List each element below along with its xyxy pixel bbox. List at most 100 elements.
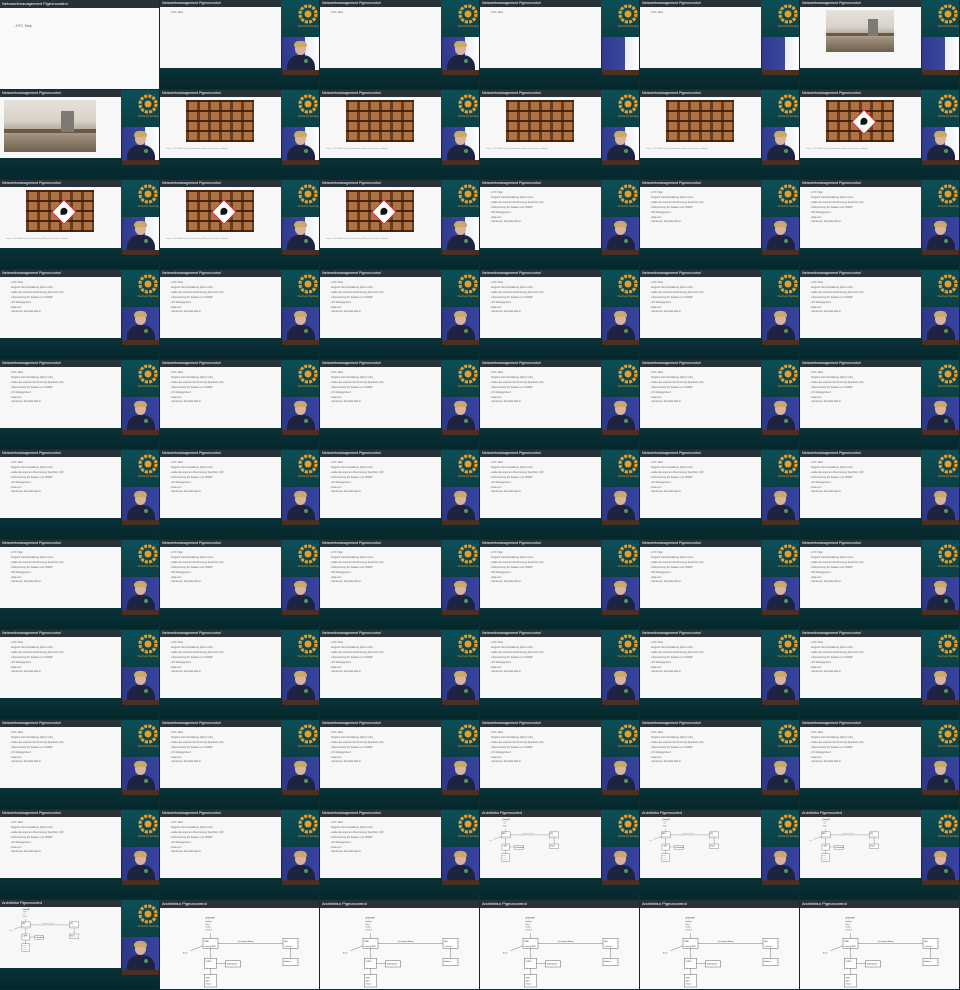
speaker-camera bbox=[762, 397, 799, 435]
bullet-item: Versionen Zentrale liefern bbox=[490, 400, 544, 405]
edge-label: Steuersignal / Abfrage bbox=[842, 832, 854, 835]
video-thumbnail[interactable]: Netzwerkmanagement Pigeoncontrol Lizenz: … bbox=[320, 180, 480, 270]
edge-label: Steuersignal / Abfrage bbox=[238, 940, 254, 943]
freifunk-logo-icon bbox=[618, 274, 638, 294]
bullet-item: Versionen Zentrale liefern bbox=[170, 850, 224, 855]
video-thumbnail[interactable]: Netzwerkmanagement Pigeoncontrol HTC Task… bbox=[160, 630, 320, 720]
slide: Netzwerkmanagement Pigeoncontrol Lizenz: … bbox=[160, 90, 281, 158]
video-thumbnail[interactable]: Netzwerkmanagement Pigeoncontrol HTC Task… bbox=[0, 360, 160, 450]
video-thumbnail[interactable]: Netzwerkmanagement Pigeoncontrol Lizenz: … bbox=[320, 90, 480, 180]
video-thumbnail[interactable]: Netzwerkmanagement Pigeoncontrol HTC Task… bbox=[800, 270, 960, 360]
video-thumbnail[interactable]: Netzwerkmanagement Pigeoncontrol HTC Task… bbox=[0, 720, 160, 810]
bullet-list: HTC TaskRegeln/ Zeit Verwaltung (Zeit/ L… bbox=[490, 281, 543, 315]
node-store-item: SNMP bbox=[526, 977, 531, 979]
video-thumbnail[interactable]: Netzwerkmanagement Pigeoncontrol HTC Task… bbox=[640, 540, 800, 630]
video-thumbnail[interactable]: Netzwerkmanagement Pigeoncontrol HTC Task… bbox=[800, 450, 960, 540]
video-thumbnail[interactable]: Netzwerkmanagement Pigeoncontrol HTC Task… bbox=[800, 540, 960, 630]
video-thumbnail[interactable]: Netzwerkmanagement Pigeoncontrol HTC Task… bbox=[0, 630, 160, 720]
video-thumbnail[interactable]: Netzwerkmanagement Pigeoncontrol FreiFun… bbox=[800, 0, 960, 90]
video-thumbnail[interactable]: Architektur Pigeoncontrol Node-RB Kataloge… bbox=[160, 900, 320, 990]
video-thumbnail[interactable]: Netzwerkmanagement Pigeoncontrol HTC Task… bbox=[640, 360, 800, 450]
video-thumbnail[interactable]: Architektur Pigeoncontrol Node-RB Kataloge… bbox=[800, 810, 960, 900]
video-thumbnail[interactable]: Netzwerkmanagement Pigeoncontrol HTC Task… bbox=[480, 0, 640, 90]
video-thumbnail[interactable]: Architektur Pigeoncontrol Node-RB Kataloge… bbox=[640, 810, 800, 900]
video-thumbnail[interactable]: Netzwerkmanagement Pigeoncontrol HTC Task… bbox=[160, 270, 320, 360]
video-thumbnail[interactable]: Netzwerkmanagement Pigeoncontrol HTC Task… bbox=[800, 180, 960, 270]
video-thumbnail[interactable]: Netzwerkmanagement Pigeoncontrol HTC Task… bbox=[480, 360, 640, 450]
bullet-item: Versionen Zentrale liefern bbox=[490, 760, 544, 765]
bullet-list: HTC TaskRegeln/ Zeit Verwaltung (Zeit/ L… bbox=[650, 191, 703, 225]
video-thumbnail[interactable]: Netzwerkmanagement Pigeoncontrol HTC Task… bbox=[320, 720, 480, 810]
video-thumbnail[interactable]: Netzwerkmanagement Pigeoncontrol HTC Task… bbox=[640, 630, 800, 720]
slide-title: Netzwerkmanagement Pigeoncontrol bbox=[480, 540, 601, 547]
node-app-label: Node-RB bbox=[526, 917, 536, 919]
video-thumbnail[interactable]: Netzwerkmanagement Pigeoncontrol HTC Task… bbox=[320, 450, 480, 540]
node-core bbox=[204, 958, 217, 969]
video-thumbnail[interactable]: Netzwerkmanagement Pigeoncontrol HTC Task bbox=[0, 0, 160, 90]
node-gw-label: SNS bbox=[524, 941, 529, 943]
logo-text: FreiFunk Hamburg bbox=[618, 115, 639, 118]
video-thumbnail[interactable]: Netzwerkmanagement Pigeoncontrol HTC Task… bbox=[480, 180, 640, 270]
shirt-logo-icon bbox=[304, 869, 308, 873]
video-thumbnail[interactable]: Netzwerkmanagement Pigeoncontrol HTC Task… bbox=[160, 450, 320, 540]
video-thumbnail[interactable]: Netzwerkmanagement Pigeoncontrol HTC Task… bbox=[800, 360, 960, 450]
video-thumbnail[interactable]: Netzwerkmanagement Pigeoncontrol HTC Task… bbox=[160, 540, 320, 630]
video-thumbnail[interactable]: Netzwerkmanagement Pigeoncontrol Lizenz: … bbox=[640, 90, 800, 180]
video-thumbnail[interactable]: Netzwerkmanagement Pigeoncontrol HTC Task… bbox=[480, 270, 640, 360]
video-thumbnail[interactable]: Netzwerkmanagement Pigeoncontrol HTC Task… bbox=[800, 720, 960, 810]
freifunk-logo-icon bbox=[458, 454, 478, 474]
video-thumbnail[interactable]: Netzwerkmanagement Pigeoncontrol HTC Task… bbox=[320, 0, 480, 90]
video-thumbnail[interactable]: Netzwerkmanagement Pigeoncontrol Lizenz: … bbox=[800, 90, 960, 180]
video-thumbnail[interactable]: Netzwerkmanagement Pigeoncontrol HTC Task… bbox=[480, 540, 640, 630]
video-thumbnail[interactable]: Netzwerkmanagement Pigeoncontrol HTC Task… bbox=[320, 810, 480, 900]
video-thumbnail[interactable]: Architektur Pigeoncontrol Node-RB Kataloge… bbox=[0, 900, 160, 990]
node-app-item: Tauben bbox=[23, 914, 27, 916]
video-thumbnail[interactable]: Netzwerkmanagement Pigeoncontrol HTC Task… bbox=[320, 270, 480, 360]
video-thumbnail[interactable]: Netzwerkmanagement Pigeoncontrol HTC Task… bbox=[480, 720, 640, 810]
video-thumbnail[interactable]: Netzwerkmanagement Pigeoncontrol HTC Task… bbox=[0, 450, 160, 540]
freifunk-logo-icon bbox=[298, 184, 318, 204]
video-thumbnail[interactable]: Netzwerkmanagement Pigeoncontrol HTC Task… bbox=[160, 720, 320, 810]
shirt-logo-icon bbox=[304, 329, 308, 333]
video-thumbnail[interactable]: Netzwerkmanagement Pigeoncontrol HTC Task… bbox=[160, 360, 320, 450]
video-thumbnail[interactable]: Netzwerkmanagement Pigeoncontrol HTC Task… bbox=[320, 630, 480, 720]
video-thumbnail[interactable]: Netzwerkmanagement Pigeoncontrol HTC Task… bbox=[480, 630, 640, 720]
speaker-hair bbox=[454, 221, 467, 227]
video-thumbnail[interactable]: Netzwerkmanagement Pigeoncontrol Lizenz: … bbox=[0, 180, 160, 270]
bullet-item: Versionen Zentrale liefern bbox=[10, 490, 64, 495]
video-thumbnail[interactable]: Netzwerkmanagement Pigeoncontrol Lizenz: … bbox=[160, 90, 320, 180]
video-thumbnail[interactable]: Netzwerkmanagement Pigeoncontrol HTC Task… bbox=[160, 0, 320, 90]
pigeon-loft-photo bbox=[346, 100, 414, 142]
video-thumbnail[interactable]: Netzwerkmanagement Pigeoncontrol HTC Task… bbox=[640, 0, 800, 90]
shirt-logo-icon bbox=[464, 59, 468, 63]
lectern bbox=[602, 70, 639, 75]
video-thumbnail[interactable]: Architektur Pigeoncontrol Node-RB Kataloge… bbox=[800, 900, 960, 990]
video-thumbnail[interactable]: Architektur Pigeoncontrol Node-RB Kataloge… bbox=[480, 900, 640, 990]
node-mq-label: MQ bbox=[764, 941, 768, 943]
video-thumbnail[interactable]: Architektur Pigeoncontrol Node-RB Kataloge… bbox=[320, 900, 480, 990]
video-thumbnail[interactable]: Netzwerkmanagement Pigeoncontrol HTC Task… bbox=[480, 450, 640, 540]
video-thumbnail[interactable]: Netzwerkmanagement Pigeoncontrol Lizenz: … bbox=[160, 180, 320, 270]
video-thumbnail[interactable]: Netzwerkmanagement Pigeoncontrol HTC Task… bbox=[640, 720, 800, 810]
video-thumbnail[interactable]: Netzwerkmanagement Pigeoncontrol HTC Task… bbox=[640, 180, 800, 270]
video-thumbnail[interactable]: Netzwerkmanagement Pigeoncontrol HTC Task… bbox=[640, 450, 800, 540]
video-thumbnail[interactable]: Netzwerkmanagement Pigeoncontrol HTC Task… bbox=[640, 270, 800, 360]
video-thumbnail[interactable]: Netzwerkmanagement Pigeoncontrol HTC Task… bbox=[0, 810, 160, 900]
node-core bbox=[364, 958, 377, 969]
video-thumbnail[interactable]: Netzwerkmanagement Pigeoncontrol HTC Task… bbox=[320, 540, 480, 630]
video-thumbnail[interactable]: Netzwerkmanagement Pigeoncontrol HTC Task… bbox=[800, 630, 960, 720]
bullet-item: Halle des Lärmert Abstimmung Speicher (u… bbox=[650, 651, 703, 656]
shirt-logo-icon bbox=[944, 239, 948, 243]
video-thumbnail[interactable]: Architektur Pigeoncontrol Node-RB Kataloge… bbox=[640, 900, 800, 990]
video-thumbnail[interactable]: Netzwerkmanagement Pigeoncontrol Lizenz: … bbox=[480, 90, 640, 180]
video-thumbnail[interactable]: Netzwerkmanagement Pigeoncontrol HTC Task… bbox=[0, 270, 160, 360]
video-thumbnail[interactable]: Netzwerkmanagement Pigeoncontrol HTC Task… bbox=[0, 540, 160, 630]
video-thumbnail[interactable]: Architektur Pigeoncontrol Node-RB Kataloge… bbox=[480, 810, 640, 900]
video-thumbnail[interactable]: Netzwerkmanagement Pigeoncontrol FreiFun… bbox=[0, 90, 160, 180]
slide: Netzwerkmanagement Pigeoncontrol HTC Task… bbox=[640, 270, 761, 338]
video-thumbnail[interactable]: Netzwerkmanagement Pigeoncontrol HTC Task… bbox=[320, 360, 480, 450]
speaker-hair bbox=[774, 671, 787, 677]
speaker-hair bbox=[934, 491, 947, 497]
slide-title: Netzwerkmanagement Pigeoncontrol bbox=[0, 0, 159, 8]
video-thumbnail[interactable]: Netzwerkmanagement Pigeoncontrol HTC Task… bbox=[160, 810, 320, 900]
